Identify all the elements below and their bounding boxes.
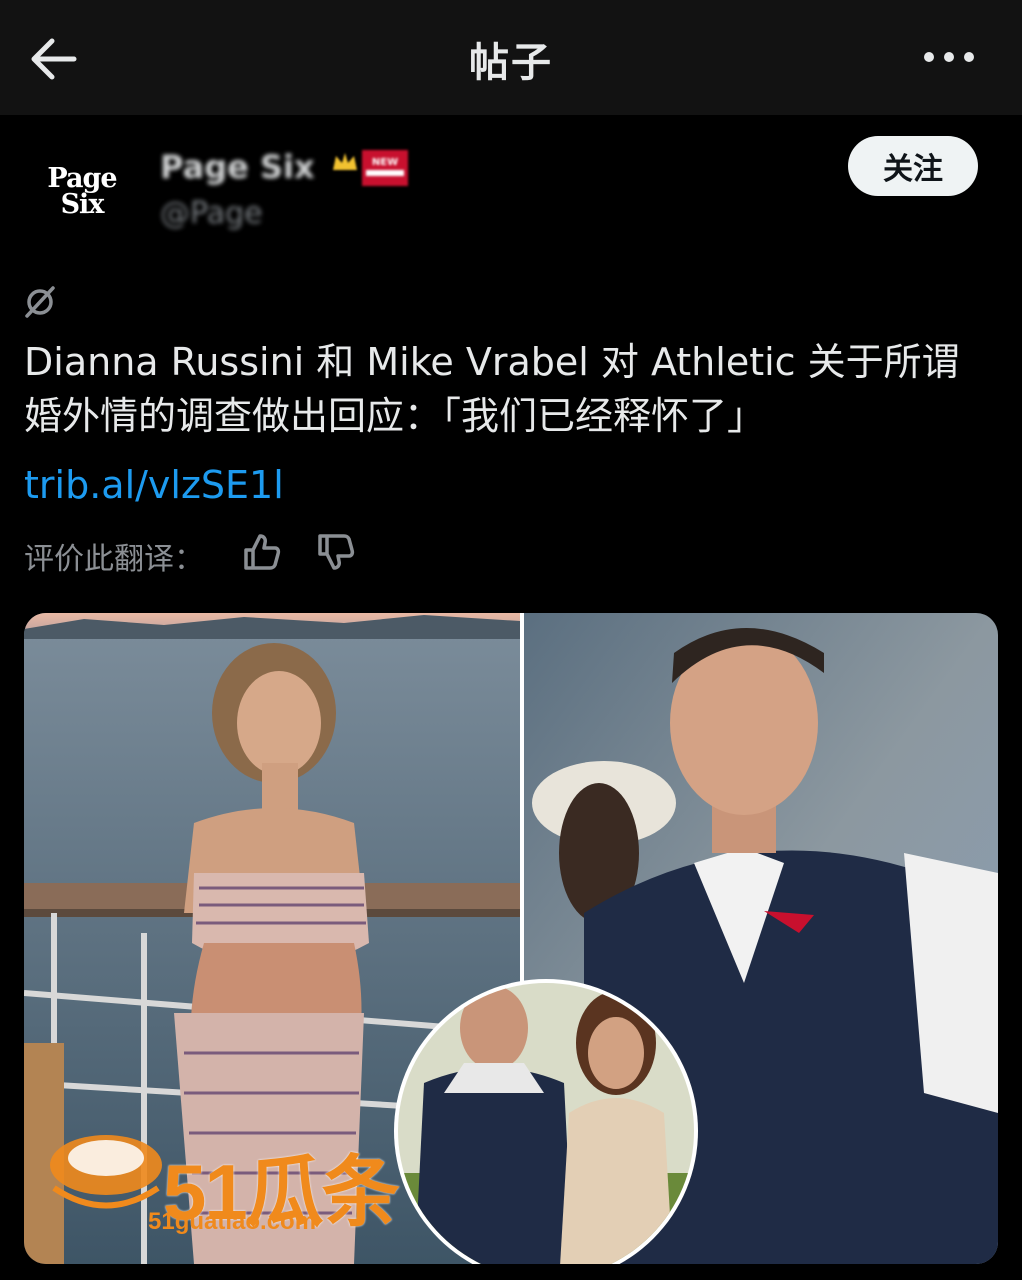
account-name[interactable]: Page Six [160,148,315,186]
top-bar: 帖子 [0,0,1022,115]
svg-text:NEW: NEW [372,157,398,168]
account-avatar[interactable]: Page Six [22,130,142,250]
rate-translation-label: 评价此翻译： [24,542,204,577]
post-link[interactable]: trib.al/vlzSE1l [24,458,284,512]
more-options-icon[interactable] [922,46,976,68]
thumbs-down-icon[interactable] [314,530,358,574]
avatar-logo: Page Six [47,163,117,220]
new-badge: NEW [362,150,408,186]
post-text: Dianna Russini 和 Mike Vrabel 对 Athletic … [24,340,960,438]
circle-slash-icon [25,286,55,318]
follow-button[interactable]: 关注 [848,136,978,196]
watermark-logo-icon [50,1135,162,1209]
crown-icon [333,153,357,170]
account-handle[interactable]: @Page [160,196,263,231]
watermark-url: 51guatiao.com [148,1208,317,1235]
page-title: 帖子 [469,40,553,86]
thumbs-up-icon[interactable] [240,530,284,574]
